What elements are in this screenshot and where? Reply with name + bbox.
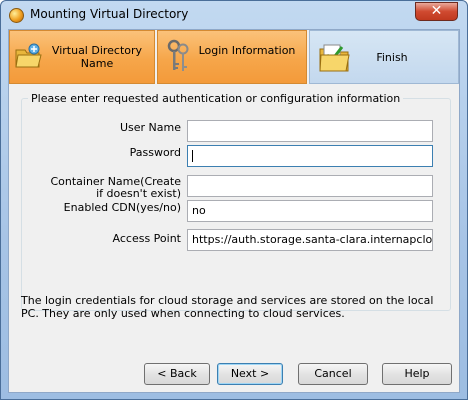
container-name-field[interactable] [187,175,433,197]
step-finish: Finish [309,30,459,84]
back-button[interactable]: < Back [144,363,210,385]
step-label: Virtual Directory Name [51,44,143,70]
folder-icon [15,43,42,68]
window-title: Mounting Virtual Directory [30,7,189,21]
password-label: Password [129,146,181,159]
wizard-steps: Virtual Directory Name Login Information [9,30,459,86]
dialog-client-area: Virtual Directory Name Login Information [8,29,460,393]
user-name-field[interactable] [187,120,433,142]
keys-icon [167,39,189,71]
dialog-window: Mounting Virtual Directory ✕ Virtual Dir… [0,0,468,400]
password-field[interactable] [187,145,433,167]
close-button[interactable]: ✕ [415,2,458,21]
close-icon: ✕ [430,3,443,19]
user-name-label: User Name [119,121,181,134]
finish-icon [319,44,350,72]
text-caret [192,150,193,162]
access-point-field[interactable]: https://auth.storage.santa-clara.interna… [187,229,433,251]
enabled-cdn-label: Enabled CDN(yes/no) [63,201,181,214]
step-virtual-directory-name: Virtual Directory Name [9,30,155,84]
step-label: Login Information [198,44,296,57]
credentials-group-heading: Please enter requested authentication or… [28,92,404,105]
enabled-cdn-field[interactable]: no [187,200,433,222]
next-button[interactable]: Next > [217,363,283,385]
cancel-button[interactable]: Cancel [298,363,368,385]
help-button[interactable]: Help [382,363,452,385]
title-bar[interactable]: Mounting Virtual Directory ✕ [1,1,467,29]
step-login-information: Login Information [157,30,307,84]
app-icon [9,8,24,23]
access-point-label: Access Point [112,232,181,245]
step-label: Finish [376,51,408,64]
container-name-label: Container Name(Create if doesn't exist) [50,175,181,200]
info-text: The login credentials for cloud storage … [21,294,434,320]
